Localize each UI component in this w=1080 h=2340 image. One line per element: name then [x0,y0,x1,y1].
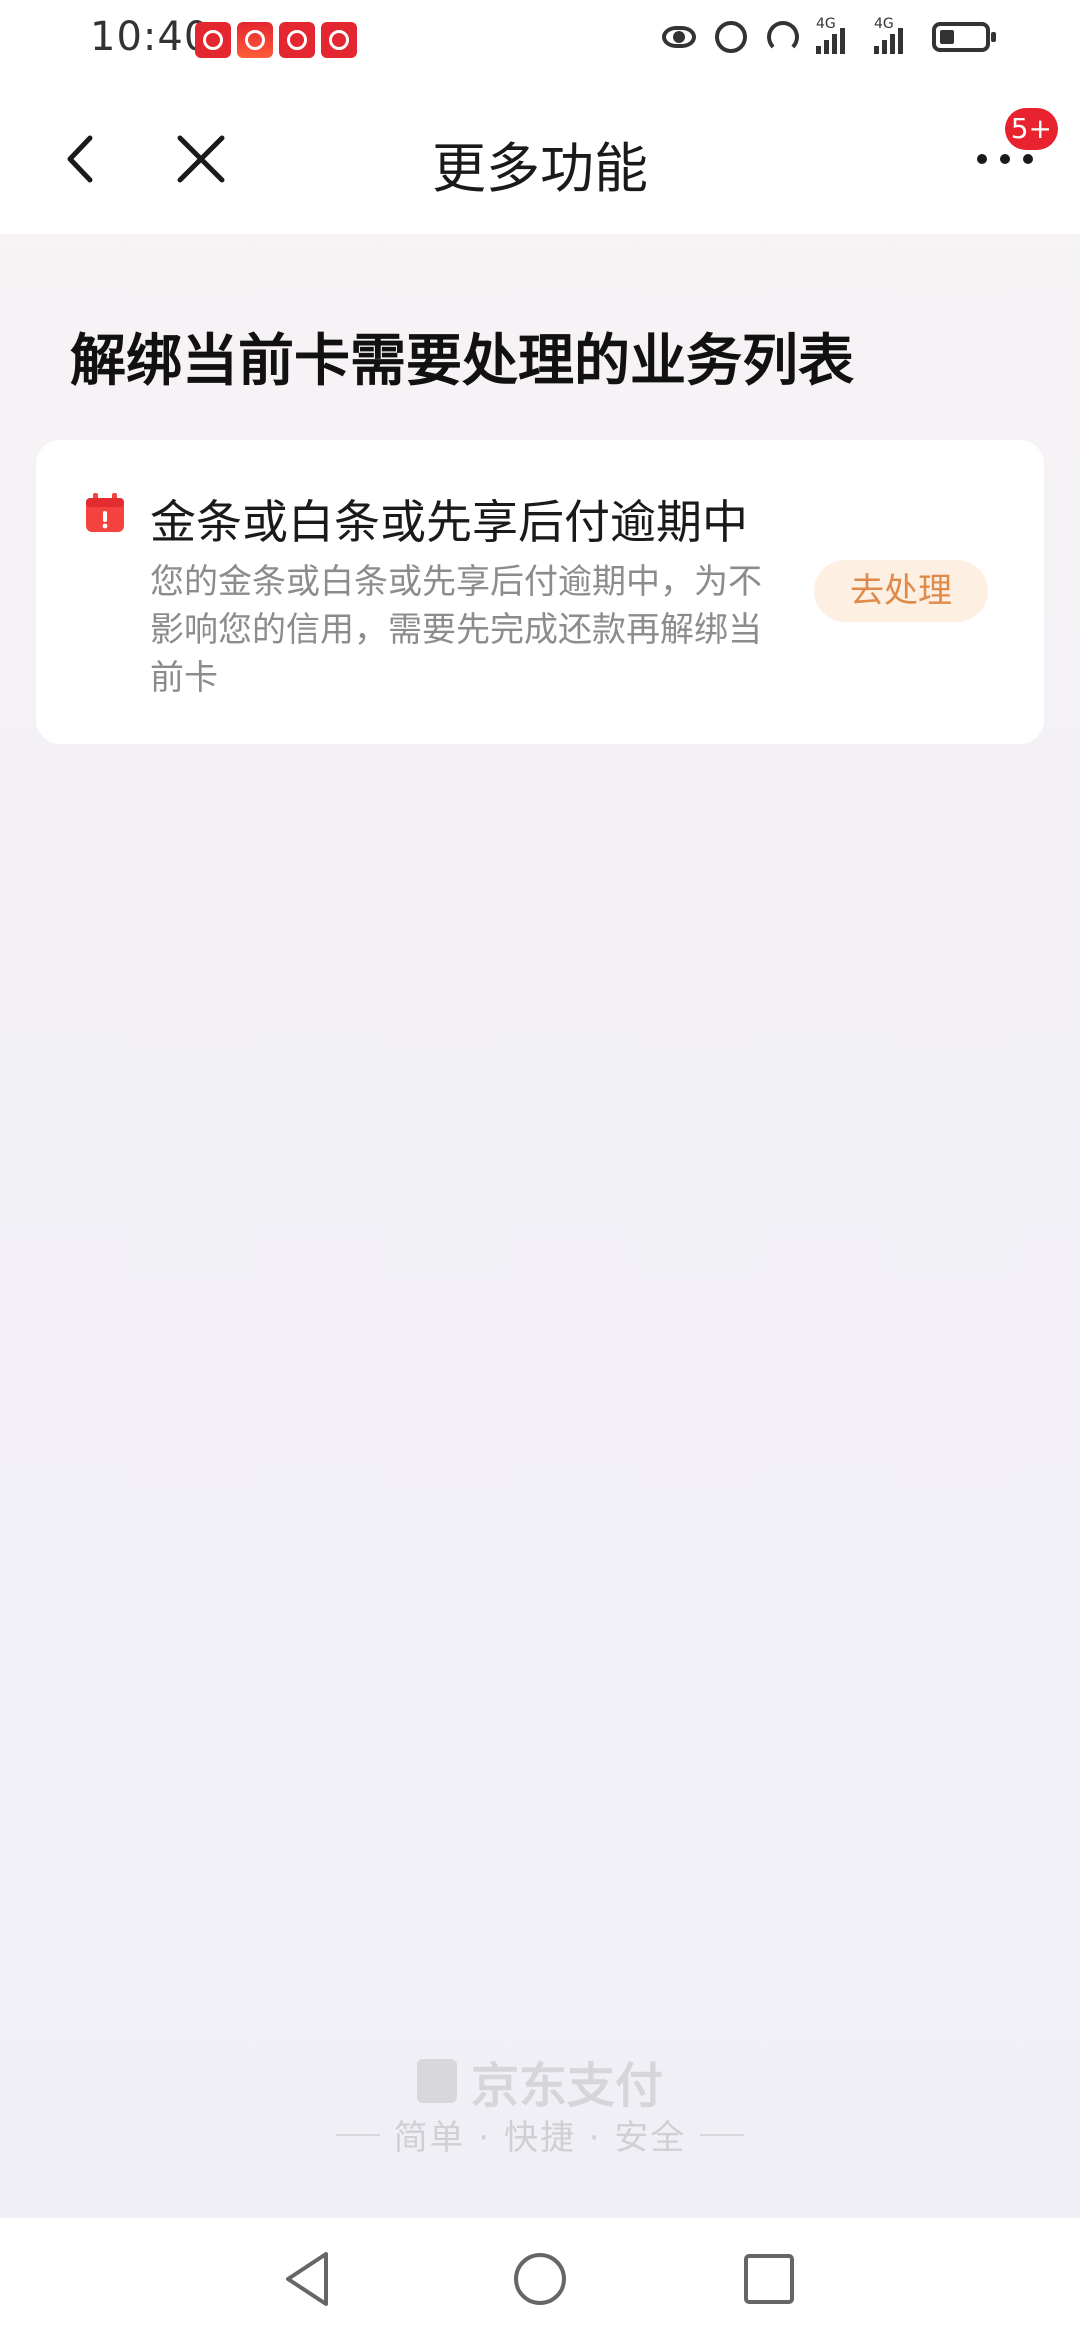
brand-footer: 京东支付 [0,2046,1080,2116]
status-icons: 4G 4G [660,16,996,56]
notification-icons [195,22,357,58]
eye-icon [660,18,698,56]
brand-name: 京东支付 [470,2058,663,2114]
status-time: 10:40 [90,14,211,60]
hotspot-icon [764,18,802,56]
business-item-card: 金条或白条或先享后付逾期中 您的金条或白条或先享后付逾期中，为不影响您的信用，需… [36,440,1044,744]
section-heading: 解绑当前卡需要处理的业务列表 [70,329,854,394]
square-recents-icon [744,2254,794,2304]
system-navigation-bar [0,2218,1080,2340]
app-notification-icon [237,22,273,58]
slogan-text: 简单 · 快捷 · 安全 [393,2118,687,2158]
signal-icon: 4G [816,16,860,54]
app-notification-icon [279,22,315,58]
item-description: 您的金条或白条或先享后付逾期中，为不影响您的信用，需要先完成还款再解绑当前卡 [150,562,762,698]
item-title: 金条或白条或先享后付逾期中 [150,495,748,549]
app-notification-icon [321,22,357,58]
notification-badge: 5+ [1004,108,1058,150]
jd-pay-logo-icon [416,2059,457,2103]
system-home-button[interactable] [509,2248,571,2310]
divider [335,2133,380,2136]
signal-icon: 4G [874,16,918,54]
divider [700,2133,745,2136]
calendar-alert-icon [84,492,126,534]
status-bar: 10:40 4G 4G [0,0,1080,84]
system-back-button[interactable] [278,2248,340,2310]
system-recents-button[interactable] [738,2248,800,2310]
alarm-icon [712,18,750,56]
network-type-label: 4G [874,16,894,32]
circle-home-icon [514,2253,566,2305]
battery-icon [932,22,996,52]
slogan: 简单 · 快捷 · 安全 [0,2110,1080,2159]
triangle-back-icon [286,2252,328,2306]
navigation-bar: 更多功能 5+ [0,84,1080,234]
network-type-label: 4G [816,16,836,32]
handle-button[interactable]: 去处理 [814,560,988,622]
page-title: 更多功能 [432,137,648,200]
app-notification-icon [195,22,231,58]
